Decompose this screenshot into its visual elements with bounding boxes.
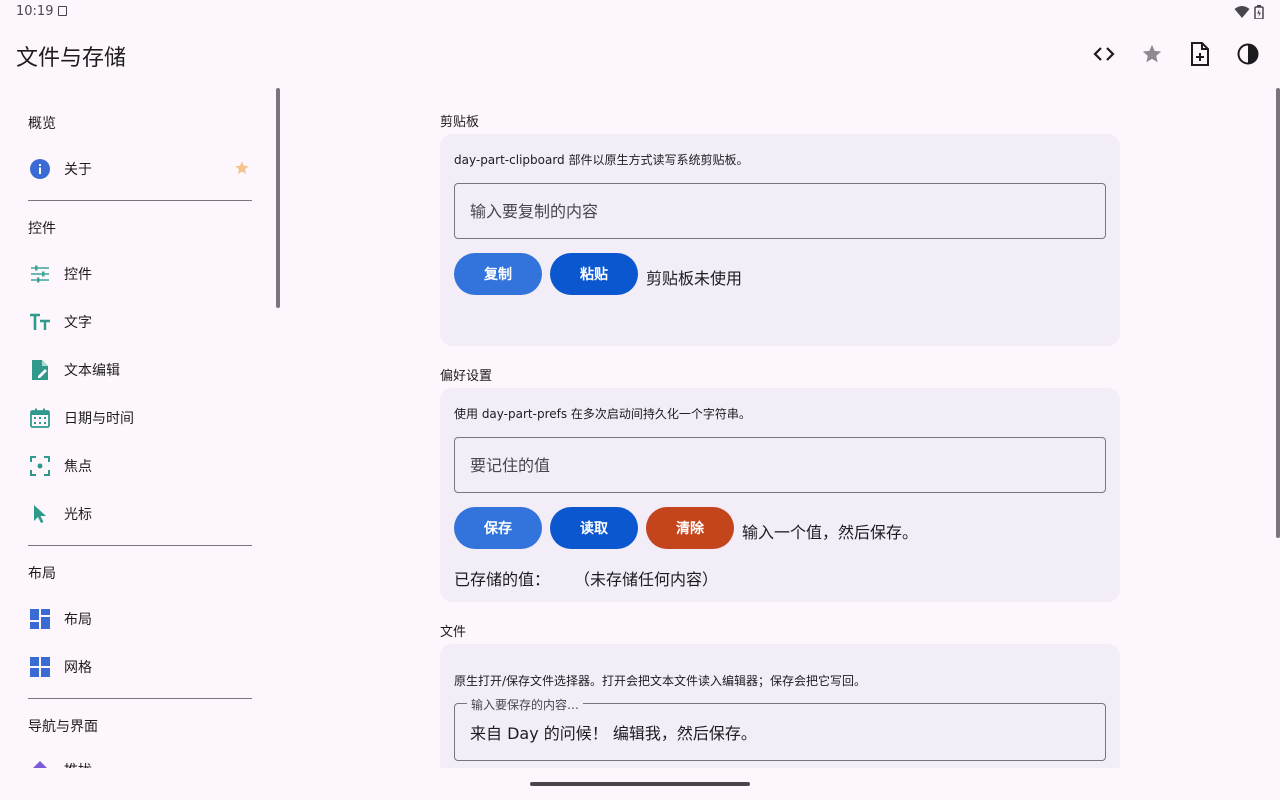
toolbar bbox=[1080, 32, 1272, 80]
stored-value: （未存储任何内容） bbox=[574, 570, 719, 589]
theme-toggle-button[interactable] bbox=[1224, 32, 1272, 80]
content-scrollbar[interactable] bbox=[1276, 88, 1280, 538]
contrast-icon bbox=[1237, 43, 1259, 69]
clipboard-input-field[interactable] bbox=[454, 183, 1106, 239]
sidebar-item-text-edit[interactable]: 文本编辑 bbox=[16, 346, 264, 394]
read-button[interactable]: 读取 bbox=[550, 507, 638, 549]
files-editor-field[interactable]: 输入要保存的内容… bbox=[454, 696, 1106, 761]
prefs-input-field[interactable] bbox=[454, 437, 1106, 493]
calendar-icon bbox=[28, 406, 52, 430]
paste-button[interactable]: 粘贴 bbox=[550, 253, 638, 295]
sidebar-item-label: 关于 bbox=[64, 162, 92, 178]
code-view-button[interactable] bbox=[1080, 32, 1128, 80]
stored-value-label: 已存储的值： bbox=[454, 570, 551, 589]
battery-icon bbox=[1254, 4, 1264, 23]
sidebar-item-label: 布局 bbox=[64, 612, 92, 628]
sidebar-item-label: 日期与时间 bbox=[64, 411, 134, 427]
code-icon bbox=[1092, 42, 1116, 70]
section-navigation: 导航与界面 bbox=[28, 719, 98, 735]
sidebar-item-partial[interactable]: 推拢 bbox=[16, 746, 264, 768]
page-title: 文件与存储 bbox=[16, 46, 127, 71]
sidebar-divider bbox=[28, 200, 252, 201]
sidebar-item-datetime[interactable]: 日期与时间 bbox=[16, 394, 264, 442]
sidebar-item-about[interactable]: 关于 bbox=[16, 145, 264, 193]
clipboard-card: day-part-clipboard 部件以原生方式读写系统剪贴板。 复制 粘贴… bbox=[440, 134, 1120, 346]
sidebar-item-label: 文本编辑 bbox=[64, 363, 120, 379]
sidebar-item-cursor[interactable]: 光标 bbox=[16, 490, 264, 538]
favorite-button[interactable] bbox=[1128, 32, 1176, 80]
clipboard-input[interactable] bbox=[455, 184, 1105, 238]
clear-button[interactable]: 清除 bbox=[646, 507, 734, 549]
status-time: 10:19 bbox=[16, 4, 54, 19]
files-section-title: 文件 bbox=[440, 625, 467, 640]
sidebar: 概览 关于 控件 控件 文字 文本编辑 日期与时间 焦点 光标 布局 布局 网格… bbox=[0, 88, 280, 768]
sidebar-scrollbar[interactable] bbox=[276, 88, 280, 308]
sidebar-item-text[interactable]: 文字 bbox=[16, 298, 264, 346]
status-icons bbox=[1234, 4, 1264, 23]
sidebar-item-layout[interactable]: 布局 bbox=[16, 595, 264, 643]
sidebar-item-label: 网格 bbox=[64, 660, 92, 676]
grid-icon bbox=[28, 655, 52, 679]
section-layout: 布局 bbox=[28, 566, 56, 582]
prefs-card: 使用 day-part-prefs 在多次启动间持久化一个字符串。 保存 读取 … bbox=[440, 388, 1120, 602]
status-bar: 10:19 bbox=[0, 0, 1280, 24]
screenshot-icon bbox=[58, 6, 67, 16]
wifi-icon bbox=[1234, 4, 1250, 23]
clipboard-status: 剪贴板未使用 bbox=[646, 269, 743, 288]
sidebar-item-label: 光标 bbox=[64, 507, 92, 523]
sidebar-item-controls[interactable]: 控件 bbox=[16, 250, 264, 298]
text-size-icon bbox=[28, 310, 52, 334]
diamond-icon bbox=[28, 758, 52, 768]
edit-document-icon bbox=[28, 358, 52, 382]
files-card: 原生打开/保存文件选择器。打开会把文本文件读入编辑器；保存会把它写回。 输入要保… bbox=[440, 644, 1120, 768]
copy-button[interactable]: 复制 bbox=[454, 253, 542, 295]
info-icon bbox=[28, 157, 52, 181]
clipboard-section-title: 剪贴板 bbox=[440, 115, 480, 130]
clipboard-description: day-part-clipboard 部件以原生方式读写系统剪贴板。 bbox=[454, 153, 749, 167]
files-description: 原生打开/保存文件选择器。打开会把文本文件读入编辑器；保存会把它写回。 bbox=[454, 674, 867, 688]
tune-icon bbox=[28, 262, 52, 286]
save-button[interactable]: 保存 bbox=[454, 507, 542, 549]
file-add-icon bbox=[1189, 42, 1211, 70]
center-focus-icon bbox=[28, 454, 52, 478]
sidebar-item-label: 控件 bbox=[64, 267, 92, 283]
home-indicator[interactable] bbox=[530, 782, 750, 786]
dashboard-icon bbox=[28, 607, 52, 631]
sidebar-item-label: 焦点 bbox=[64, 459, 92, 475]
new-file-button[interactable] bbox=[1176, 32, 1224, 80]
sidebar-item-focus[interactable]: 焦点 bbox=[16, 442, 264, 490]
prefs-status: 输入一个值，然后保存。 bbox=[742, 523, 919, 542]
prefs-section-title: 偏好设置 bbox=[440, 369, 493, 384]
prefs-description: 使用 day-part-prefs 在多次启动间持久化一个字符串。 bbox=[454, 407, 751, 421]
pointer-icon bbox=[28, 502, 52, 526]
files-editor-label: 输入要保存的内容… bbox=[467, 696, 584, 713]
star-icon bbox=[1141, 43, 1163, 69]
sidebar-item-label: 推拢 bbox=[64, 760, 92, 768]
sidebar-divider bbox=[28, 698, 252, 699]
section-overview: 概览 bbox=[28, 116, 56, 132]
section-controls: 控件 bbox=[28, 221, 56, 237]
sidebar-divider bbox=[28, 545, 252, 546]
star-icon[interactable] bbox=[234, 160, 250, 180]
prefs-input[interactable] bbox=[455, 438, 1105, 492]
sidebar-item-grid[interactable]: 网格 bbox=[16, 643, 264, 691]
sidebar-item-label: 文字 bbox=[64, 315, 92, 331]
